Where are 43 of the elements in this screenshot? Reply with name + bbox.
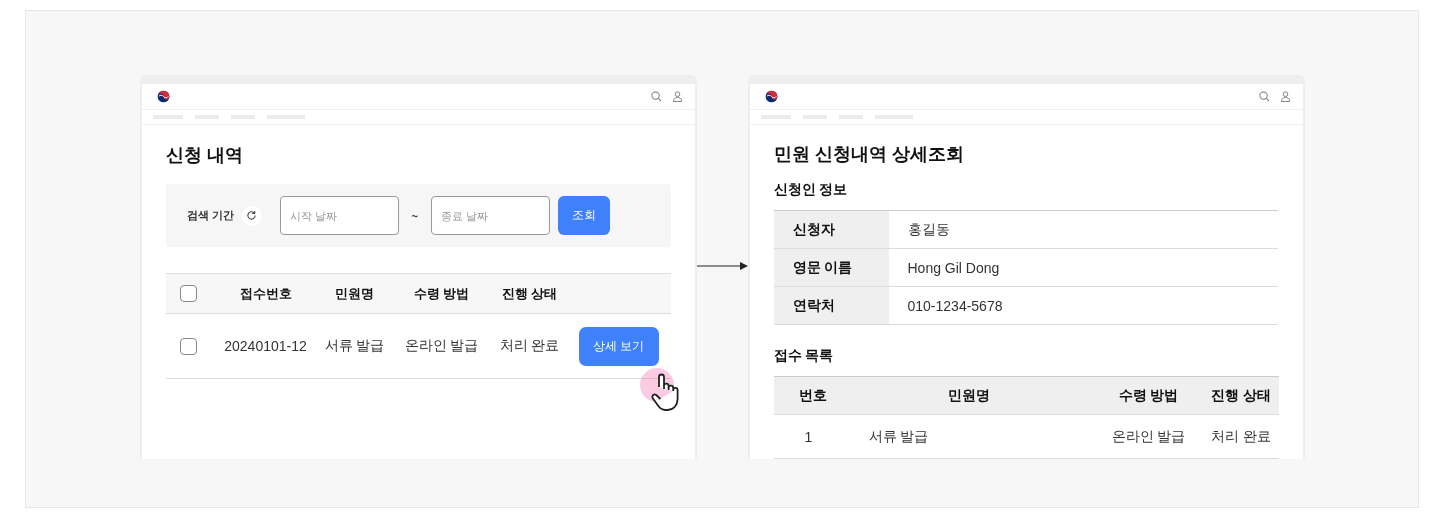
search-icon[interactable] <box>1258 91 1270 102</box>
search-icon[interactable] <box>650 91 662 102</box>
field-value: Hong Gil Dong <box>906 258 1001 278</box>
end-date-field[interactable]: 종료 날짜 <box>431 196 550 235</box>
field-label: 연락처 <box>773 287 889 324</box>
start-date-field[interactable]: 시작 날짜 <box>279 196 399 235</box>
emblem-icon <box>764 90 778 103</box>
request-name-cell-text: 서류 발급 <box>323 337 386 355</box>
receipt-number-cell-text: 20240101-12 <box>223 338 308 354</box>
user-icon[interactable] <box>1279 91 1291 102</box>
search-button[interactable]: 조회 <box>558 196 610 235</box>
detail-button[interactable]: 상세 보기 <box>579 326 659 366</box>
range-separator: ~ <box>411 209 418 222</box>
table-cell-text: 온라인 발급 <box>1110 427 1187 446</box>
section-heading: 신청인 정보 <box>773 181 849 199</box>
page-title: 민원 신청내역 상세조회 <box>773 143 965 166</box>
column-header: 접수번호 <box>238 284 293 303</box>
field-label: 신청자 <box>773 211 889 248</box>
refresh-icon <box>246 210 258 221</box>
field-label: 영문 이름 <box>773 249 889 286</box>
search-label: 검색 기간 <box>186 208 234 223</box>
column-header: 진행 상태 <box>1210 386 1272 405</box>
checkbox[interactable] <box>179 337 197 355</box>
field-value: 010-1234-5678 <box>906 296 1004 316</box>
table-cell-text: 처리 완료 <box>1210 427 1272 446</box>
column-header: 민원명 <box>946 386 991 405</box>
section-heading: 접수 목록 <box>773 347 835 365</box>
page-title: 신청 내역 <box>165 144 244 167</box>
column-header: 수령 방법 <box>412 284 471 303</box>
field-value: 홍길동 <box>906 219 951 239</box>
column-header: 민원명 <box>334 284 375 303</box>
user-icon[interactable] <box>671 91 683 102</box>
table-cell-text: 서류 발급 <box>867 427 930 446</box>
delivery-method-cell-text: 온라인 발급 <box>403 337 480 355</box>
column-header: 수령 방법 <box>1117 386 1180 405</box>
arrow-icon <box>696 261 748 271</box>
column-header: 번호 <box>797 386 828 405</box>
refresh-button[interactable] <box>241 205 262 226</box>
emblem-icon <box>156 90 170 103</box>
checkbox[interactable] <box>179 285 197 302</box>
status-cell-text: 처리 완료 <box>498 337 561 355</box>
column-header: 진행 상태 <box>500 284 559 303</box>
table-cell-text: 1 <box>803 428 814 445</box>
